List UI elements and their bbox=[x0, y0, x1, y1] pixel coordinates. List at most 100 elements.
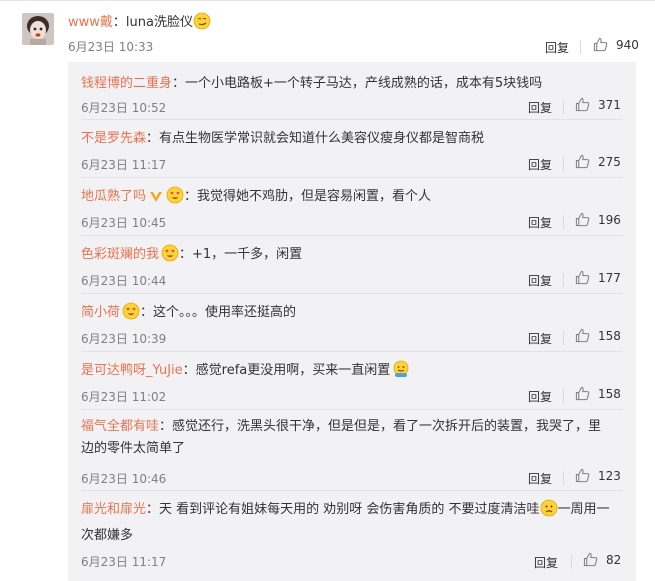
reply-username[interactable]: 是可达鸭呀_YuJie bbox=[81, 363, 183, 378]
thumbs-up-icon bbox=[575, 97, 590, 112]
main-like-button[interactable]: 940 bbox=[593, 37, 639, 52]
divider bbox=[563, 331, 564, 345]
like-count: 158 bbox=[598, 386, 621, 401]
smirk-emoji-icon bbox=[193, 12, 211, 37]
reply-time: 6月23日 10:44 bbox=[81, 274, 167, 288]
like-button[interactable]: 196 bbox=[575, 212, 621, 227]
thumbs-up-icon bbox=[593, 37, 608, 52]
reply-content: ：我觉得她不鸡肋，但是容易闲置，看个人 bbox=[184, 189, 432, 204]
reply-text: 色彩斑斓的我 ：+1，一千多，闲置 bbox=[81, 244, 621, 270]
reply-time: 6月23日 10:52 bbox=[81, 101, 167, 115]
reply-text: 钱程博的二重身：一个小电路板+一个转子马达，产线成熟的话，成本有5块钱吗 bbox=[81, 73, 621, 95]
main-comment: www戴：luna洗脸仪 6月23日 10:33 回复 940 bbox=[0, 0, 655, 62]
reply-button[interactable]: 回复 bbox=[528, 214, 552, 231]
reply-button[interactable]: 回复 bbox=[528, 272, 552, 289]
reply-text: 扉光和扉光：天 看到评论有姐妹每天用的 劝别呀 会伤害角质的 不要过度清洁哇 一周… bbox=[81, 499, 611, 547]
like-button[interactable]: 371 bbox=[575, 97, 621, 112]
main-time: 6月23日 10:33 bbox=[68, 40, 154, 54]
reply-text: 简小荷 ：这个。。。使用率还挺高的 bbox=[81, 302, 621, 328]
reply-text: 不是罗先森：有点生物医学常识就会知道什么美容仪瘦身仪都是智商税 bbox=[81, 128, 621, 150]
reply-time: 6月23日 10:39 bbox=[81, 332, 167, 346]
divider bbox=[563, 389, 564, 403]
thumbs-up-icon bbox=[575, 328, 590, 343]
reply-button[interactable]: 回复 bbox=[528, 156, 552, 173]
like-button[interactable]: 123 bbox=[575, 468, 621, 483]
thumbs-up-icon bbox=[575, 154, 590, 169]
like-count: 123 bbox=[598, 468, 621, 483]
divider bbox=[563, 100, 564, 114]
divider bbox=[563, 215, 564, 229]
list-item: 是可达鸭呀_YuJie：感觉refa更没用啊，买来一直闲置 6月23日 11:0… bbox=[68, 352, 636, 410]
reply-content: ：感觉还行，洗黑头很干净，但是但是，看了一次拆开后的装置，我哭了，里边的零件太简… bbox=[81, 419, 602, 456]
thumbs-up-icon bbox=[575, 468, 590, 483]
reply-content: ：+1，一千多，闲置 bbox=[179, 247, 303, 262]
reply-time: 6月23日 11:02 bbox=[81, 390, 167, 404]
reply-username[interactable]: 扉光和扉光 bbox=[81, 502, 146, 517]
list-item: 福气全都有哇：感觉还行，洗黑头很干净，但是但是，看了一次拆开后的装置，我哭了，里… bbox=[68, 410, 636, 492]
reply-content: ：天 看到评论有姐妹每天用的 劝别呀 会伤害角质的 不要过度清洁哇 bbox=[146, 502, 540, 517]
separator bbox=[81, 490, 623, 491]
divider bbox=[563, 471, 564, 485]
like-count: 371 bbox=[598, 97, 621, 112]
reply-list: 钱程博的二重身：一个小电路板+一个转子马达，产线成熟的话，成本有5块钱吗 6月2… bbox=[68, 62, 636, 581]
like-count: 158 bbox=[598, 328, 621, 343]
like-button[interactable]: 158 bbox=[575, 386, 621, 401]
reply-username[interactable]: 色彩斑斓的我 bbox=[81, 247, 159, 262]
reply-button[interactable]: 回复 bbox=[528, 99, 552, 116]
reply-button[interactable]: 回复 bbox=[528, 388, 552, 405]
divider bbox=[563, 273, 564, 287]
like-button[interactable]: 158 bbox=[575, 328, 621, 343]
divider bbox=[563, 157, 564, 171]
like-button[interactable]: 275 bbox=[575, 154, 621, 169]
thumbs-up-icon bbox=[575, 386, 590, 401]
main-like-count: 940 bbox=[616, 37, 639, 52]
like-button[interactable]: 82 bbox=[583, 552, 621, 567]
reply-content: ：有点生物医学常识就会知道什么美容仪瘦身仪都是智商税 bbox=[146, 131, 485, 146]
list-item: 色彩斑斓的我 ：+1，一千多，闲置 6月23日 10:44 回复 177 bbox=[68, 236, 636, 294]
reply-time: 6月23日 11:17 bbox=[81, 555, 167, 569]
sad-emoji-icon bbox=[540, 499, 558, 525]
like-count: 275 bbox=[598, 154, 621, 169]
like-count: 196 bbox=[598, 212, 621, 227]
reply-content: ：一个小电路板+一个转子马达，产线成熟的话，成本有5块钱吗 bbox=[172, 76, 543, 91]
like-count: 177 bbox=[598, 270, 621, 285]
divider bbox=[571, 555, 572, 569]
reply-button[interactable]: 回复 bbox=[534, 554, 558, 571]
reply-text: 是可达鸭呀_YuJie：感觉refa更没用啊，买来一直闲置 bbox=[81, 360, 621, 386]
list-item: 不是罗先森：有点生物医学常识就会知道什么美容仪瘦身仪都是智商税 6月23日 11… bbox=[68, 120, 636, 178]
reply-username[interactable]: 钱程博的二重身 bbox=[81, 76, 172, 91]
v-badge-icon bbox=[149, 190, 163, 212]
main-username[interactable]: www戴 bbox=[68, 15, 113, 30]
heart-eyes-emoji-icon bbox=[161, 244, 179, 270]
reply-time: 6月23日 11:17 bbox=[81, 158, 167, 172]
thumbs-up-icon bbox=[575, 212, 590, 227]
divider bbox=[580, 40, 581, 54]
reply-username[interactable]: 简小荷 bbox=[81, 305, 120, 320]
list-item: 扉光和扉光：天 看到评论有姐妹每天用的 劝别呀 会伤害角质的 不要过度清洁哇 一周… bbox=[68, 492, 636, 581]
list-item: 简小荷 ：这个。。。使用率还挺高的 6月23日 10:39 回复 158 bbox=[68, 294, 636, 352]
reply-username[interactable]: 福气全都有哇 bbox=[81, 419, 159, 434]
list-item: 钱程博的二重身：一个小电路板+一个转子马达，产线成熟的话，成本有5块钱吗 6月2… bbox=[68, 62, 636, 120]
list-item: 地瓜熟了吗 ：我觉得她不鸡肋，但是容易闲置，看个人 6月23日 10:45 回复 … bbox=[68, 178, 636, 236]
reply-text: 地瓜熟了吗 ：我觉得她不鸡肋，但是容易闲置，看个人 bbox=[81, 186, 621, 212]
like-button[interactable]: 177 bbox=[575, 270, 621, 285]
heart-eyes-emoji-icon bbox=[122, 302, 140, 328]
reply-text: 福气全都有哇：感觉还行，洗黑头很干净，但是但是，看了一次拆开后的装置，我哭了，里… bbox=[81, 416, 611, 460]
like-count: 82 bbox=[606, 552, 622, 567]
reply-username[interactable]: 地瓜熟了吗 bbox=[81, 189, 146, 204]
avatar[interactable] bbox=[22, 13, 54, 45]
main-reply-button[interactable]: 回复 bbox=[545, 39, 569, 56]
reply-username[interactable]: 不是罗先森 bbox=[81, 131, 146, 146]
hug-emoji-icon bbox=[392, 360, 410, 386]
main-content: ：luna洗脸仪 bbox=[112, 15, 193, 30]
reply-content: ：这个。。。使用率还挺高的 bbox=[140, 305, 297, 320]
heart-eyes-emoji-icon bbox=[166, 186, 184, 212]
reply-button[interactable]: 回复 bbox=[528, 330, 552, 347]
thumbs-up-icon bbox=[583, 552, 598, 567]
reply-button[interactable]: 回复 bbox=[528, 470, 552, 487]
main-comment-text: www戴：luna洗脸仪 bbox=[68, 12, 211, 37]
thumbs-up-icon bbox=[575, 270, 590, 285]
reply-content: ：感觉refa更没用啊，买来一直闲置 bbox=[182, 363, 391, 378]
reply-time: 6月23日 10:45 bbox=[81, 216, 167, 230]
reply-time: 6月23日 10:46 bbox=[81, 472, 167, 486]
